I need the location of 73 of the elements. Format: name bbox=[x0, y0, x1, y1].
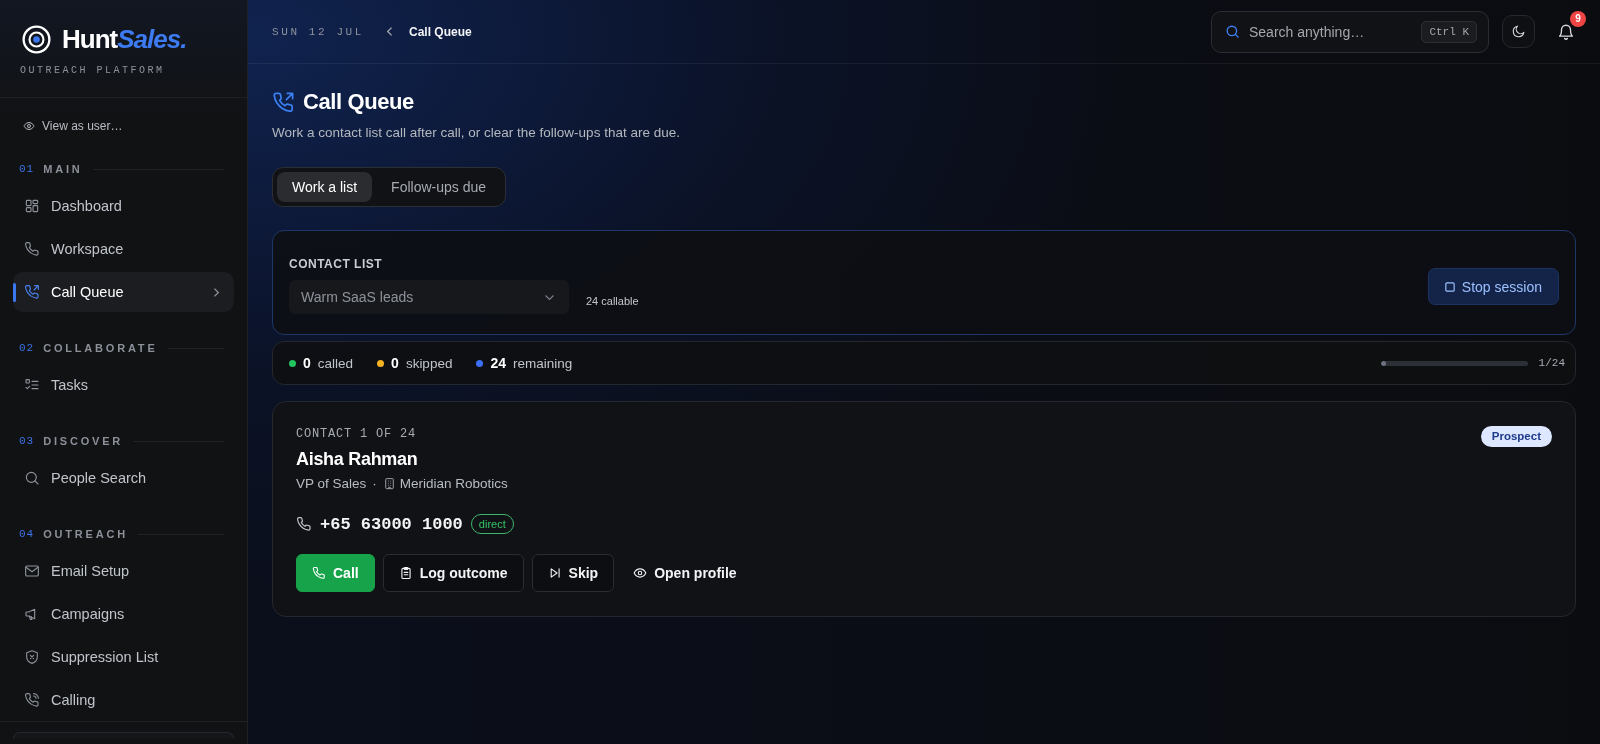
square-icon bbox=[1444, 281, 1455, 292]
sidebar-item[interactable]: Calling bbox=[13, 680, 234, 720]
section-title: DISCOVER bbox=[43, 435, 124, 447]
notification-badge: 9 bbox=[1570, 10, 1586, 27]
section-title: COLLABORATE bbox=[43, 342, 158, 354]
search-icon bbox=[1225, 24, 1240, 39]
eye-icon bbox=[23, 120, 35, 132]
stat-label: called bbox=[317, 355, 354, 371]
contact-name: Aisha Rahman bbox=[296, 448, 418, 470]
sidebar-item[interactable]: People Search bbox=[13, 458, 234, 498]
theme-toggle-button[interactable] bbox=[1502, 15, 1535, 48]
sidebar-item[interactable]: Workspace bbox=[13, 229, 234, 269]
stat-label: skipped bbox=[405, 355, 453, 371]
stat-value: 0 bbox=[303, 355, 311, 371]
sidebar-item[interactable]: Dashboard bbox=[13, 186, 234, 226]
tab[interactable]: Work a list bbox=[277, 172, 373, 202]
chevron-left-icon[interactable] bbox=[386, 26, 394, 37]
stat-value: 0 bbox=[391, 355, 399, 371]
contact-position: CONTACT 1 OF 24 bbox=[296, 426, 417, 442]
shield-x-icon bbox=[24, 649, 40, 665]
progress-count: 1/24 bbox=[1538, 357, 1565, 369]
section-number: 01 bbox=[19, 163, 35, 175]
page-title: Call Queue bbox=[303, 89, 414, 115]
phone-icon bbox=[24, 241, 40, 257]
action-button[interactable]: Skip bbox=[531, 554, 615, 592]
company-name: Meridian Robotics bbox=[399, 475, 508, 491]
sidebar-item[interactable]: Email Setup bbox=[13, 551, 234, 591]
callable-count: 24 callable bbox=[586, 295, 639, 307]
caret-icon bbox=[544, 293, 555, 301]
eye-icon bbox=[633, 566, 648, 580]
stat-label: remaining bbox=[513, 355, 573, 371]
view-as-user-link[interactable]: View as user… bbox=[42, 119, 123, 133]
stop-session-button[interactable]: Stop session bbox=[1427, 268, 1559, 305]
envelope-icon bbox=[24, 563, 40, 579]
phone-arrow-icon bbox=[24, 284, 40, 300]
phone-number: +65 63000 1000 bbox=[320, 514, 463, 534]
job-title: VP of Sales bbox=[296, 475, 367, 491]
sidebar-item[interactable]: Tasks bbox=[13, 365, 234, 405]
sidebar-item[interactable]: Suppression List bbox=[13, 637, 234, 677]
moon-icon bbox=[1511, 24, 1526, 39]
tagline: OUTREACH PLATFORM bbox=[20, 65, 166, 77]
phone-icon bbox=[296, 516, 312, 532]
stat-value: 24 bbox=[490, 355, 506, 371]
search-icon bbox=[24, 470, 40, 486]
date-label: SUN 12 JUL bbox=[272, 25, 364, 38]
section-title: OUTREACH bbox=[43, 528, 128, 540]
chevron-right-icon bbox=[212, 286, 220, 298]
separator-dot: · bbox=[372, 475, 377, 491]
section-number: 03 bbox=[19, 435, 35, 447]
sidebar-item[interactable]: Call Queue bbox=[13, 272, 234, 312]
logo-text: HuntSales. bbox=[62, 24, 187, 54]
section-title: MAIN bbox=[43, 163, 83, 175]
section-number: 04 bbox=[19, 528, 35, 540]
contact-list-select[interactable]: Warm SaaS leads bbox=[289, 280, 569, 314]
shortcut-key: Ctrl K bbox=[1421, 20, 1477, 43]
clipboard-icon bbox=[398, 566, 413, 580]
breadcrumb[interactable]: Call Queue bbox=[409, 24, 472, 39]
search-field[interactable]: Search anything… bbox=[1249, 23, 1422, 40]
status-tag: Prospect bbox=[1480, 426, 1552, 447]
action-button[interactable]: Log outcome bbox=[382, 554, 524, 592]
building-icon bbox=[382, 476, 396, 490]
open-profile-link[interactable]: Open profile bbox=[624, 554, 746, 592]
section-number: 02 bbox=[19, 342, 35, 354]
field-label: CONTACT LIST bbox=[289, 257, 383, 271]
bell-icon bbox=[1557, 22, 1575, 41]
target-icon bbox=[22, 24, 51, 54]
phone-waves-icon bbox=[24, 692, 40, 708]
page-subtitle: Work a contact list call after call, or clear the follow-ups that are due. bbox=[272, 124, 680, 141]
sidebar-item[interactable]: Campaigns bbox=[13, 594, 234, 634]
phone-arrow-icon bbox=[272, 90, 295, 114]
tab[interactable]: Follow-ups due bbox=[376, 172, 502, 202]
phone-icon bbox=[312, 566, 326, 580]
grid-icon bbox=[24, 198, 40, 214]
